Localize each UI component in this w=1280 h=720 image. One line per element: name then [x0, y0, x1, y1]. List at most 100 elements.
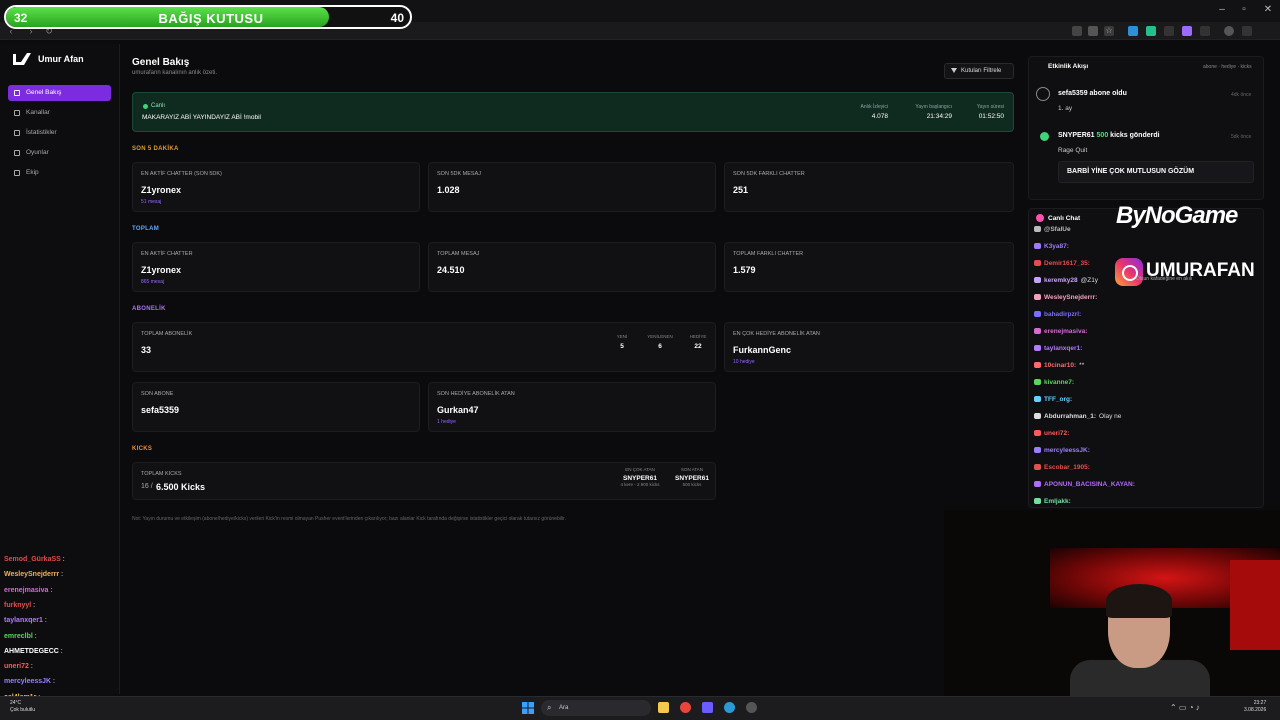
weather-widget[interactable]: 24°C Çok bulutlu [10, 700, 35, 714]
chat-username[interactable]: K3ya87: [1044, 243, 1069, 250]
card-label: EN ÇOK HEDİYE ABONELİK ATAN [733, 331, 820, 337]
taskbar-clock[interactable]: 23:27 3.08.2026 [1244, 700, 1266, 714]
extension-icon[interactable] [1182, 26, 1192, 36]
donation-progress-bar: 32 BAĞIŞ KUTUSU 40 [4, 5, 412, 29]
activity-row-sub: Rage Quit [1058, 147, 1088, 154]
close-icon[interactable]: ✕ [1258, 4, 1278, 15]
chat-username[interactable]: 10cinar10: [1044, 362, 1076, 369]
discord-icon[interactable] [702, 702, 713, 713]
live-chat-panel [1028, 208, 1264, 508]
extension-icon[interactable] [1128, 26, 1138, 36]
card-label: TOPLAM KICKS [141, 471, 182, 477]
viewer-count-stat: Anlık İzleyici 4.078 [830, 104, 888, 120]
sidebar-item-statistics[interactable]: İstatistikler [8, 125, 111, 141]
maximize-icon[interactable]: ▫ [1234, 4, 1254, 15]
chat-username[interactable]: Abdurrahman_1: [1044, 413, 1096, 420]
weather-temp: 24°C [10, 700, 22, 706]
profile-icon[interactable] [1224, 26, 1234, 36]
stat-value: 6 [658, 343, 662, 350]
chat-badge-icon [1034, 379, 1041, 386]
minimize-icon[interactable]: – [1212, 4, 1232, 15]
extension-icon[interactable] [1200, 26, 1210, 36]
chat-badge-icon [1034, 481, 1041, 488]
sidebar-item-overview[interactable]: Genel Bakış [8, 85, 111, 101]
card-label: SON ABONE [141, 391, 174, 397]
extension-icon[interactable] [1164, 26, 1174, 36]
chat-username[interactable]: Demir1617_35: [1044, 260, 1090, 267]
filter-label: Kutuları Filtrele [961, 68, 1002, 74]
sidebar-item-team[interactable]: Ekip [8, 165, 111, 181]
brand-logo-icon [13, 53, 31, 65]
chat-message: 10cinar10: ** [1034, 362, 1084, 369]
extension-icon[interactable] [1146, 26, 1156, 36]
kick-icon [1040, 132, 1049, 141]
chat-username[interactable]: Escobar_1905: [1044, 464, 1090, 471]
chat-message: uneri72: [1034, 430, 1072, 437]
windows-start-icon[interactable] [522, 702, 534, 714]
brand[interactable]: Umur Afan [12, 52, 84, 66]
menu-icon[interactable] [1242, 26, 1252, 36]
stat-label: Yayın başlangıcı [915, 104, 952, 110]
stat-label: SON ATAN [680, 467, 704, 472]
chat-username[interactable]: APONUN_BACISINA_KAYAN: [1044, 481, 1135, 488]
chat-username[interactable]: bahadirpzrl: [1044, 311, 1081, 318]
overlay-chat-message: mercyleessJK : [4, 678, 55, 686]
card-last-sub: SON ABONE sefa5359 [132, 382, 420, 432]
chat-username[interactable]: WesleySnejderrr: [1044, 294, 1097, 301]
chat-username[interactable]: kivanne7: [1044, 379, 1074, 386]
chat-username[interactable]: Emljakk: [1044, 498, 1071, 505]
card-value: Gurkan47 [437, 405, 479, 415]
obs-icon[interactable] [746, 702, 757, 713]
chat-badge-icon [1034, 447, 1041, 454]
edge-icon[interactable] [724, 702, 735, 713]
chat-username[interactable]: taylanxqer1: [1044, 345, 1082, 352]
tray-icons[interactable]: ⌃ ▭ ◔ ♪ [1170, 703, 1200, 712]
chat-username[interactable]: mercyleessJK: [1044, 447, 1090, 454]
chat-message: erenejmasiva: [1034, 328, 1090, 335]
translate-icon[interactable] [1072, 26, 1082, 36]
chat-username[interactable]: @SfalUe [1044, 226, 1071, 233]
overlay-chat-username: AHMETDEGECC [4, 647, 59, 655]
star-icon[interactable]: ☆ [1104, 26, 1114, 36]
card-last-gifter: SON HEDİYE ABONELİK ATAN Gurkan47 1 hedi… [428, 382, 716, 432]
chat-username[interactable]: TFF_org: [1044, 396, 1072, 403]
file-explorer-icon[interactable] [658, 702, 669, 713]
card-label: SON 5DK FARKLI CHATTER [733, 171, 805, 177]
chat-message: Escobar_1905: [1034, 464, 1093, 471]
card-sub: 865 mesaj [141, 279, 165, 285]
grid-icon [14, 90, 20, 96]
overlay-chat-message: WesleySnejderrr : [4, 571, 64, 579]
stream-duration-stat: Yayın süresi 01:52:50 [950, 104, 1004, 120]
chat-badge-icon [1034, 362, 1041, 369]
chat-message: mercyleessJK: [1034, 447, 1093, 454]
stat-label: EN ÇOK ATAN [625, 467, 655, 472]
taskbar-search[interactable]: ⌕ Ara [541, 700, 651, 716]
sidebar-item-channels[interactable]: Kanallar [8, 105, 111, 121]
card-label: SON 5DK MESAJ [437, 171, 482, 177]
clock-time: 23:27 [1253, 700, 1267, 706]
overlay-chat-message: furknyyl : [4, 601, 36, 609]
chat-username[interactable]: keremky28 [1044, 277, 1078, 284]
sidebar-item-games[interactable]: Oyunlar [8, 145, 111, 161]
key-icon[interactable] [1088, 26, 1098, 36]
sidebar-item-label: Oyunlar [26, 149, 49, 156]
card-value: Z1yronex [141, 185, 182, 195]
live-dot-icon [143, 104, 148, 109]
kicks-count: 16 / [141, 483, 153, 490]
live-label: Canlı [151, 103, 166, 109]
section-title-subscriptions: ABONELİK [132, 306, 166, 312]
subs-renewed-stat: YENİLENEN 6 [640, 334, 680, 350]
chat-username[interactable]: erenejmasiva: [1044, 328, 1087, 335]
overlay-chat-username: Semod_GürkaSS [4, 556, 61, 563]
chat-badge-icon [1034, 498, 1041, 505]
filter-button[interactable]: Kutuları Filtrele [944, 63, 1014, 79]
overlay-chat-message: emreclbl : [4, 632, 37, 640]
brand-name: Umur Afan [38, 54, 84, 64]
overlay-chat-username: taylanxqer1 [4, 617, 43, 625]
chat-username[interactable]: uneri72: [1044, 430, 1069, 437]
overlay-chat-username: erenejmasiva [4, 586, 49, 594]
tv-icon [14, 110, 20, 116]
stat-value: SNYPER61 [623, 475, 657, 482]
chat-message: @SfalUe [1034, 226, 1074, 233]
chrome-icon[interactable] [680, 702, 691, 713]
